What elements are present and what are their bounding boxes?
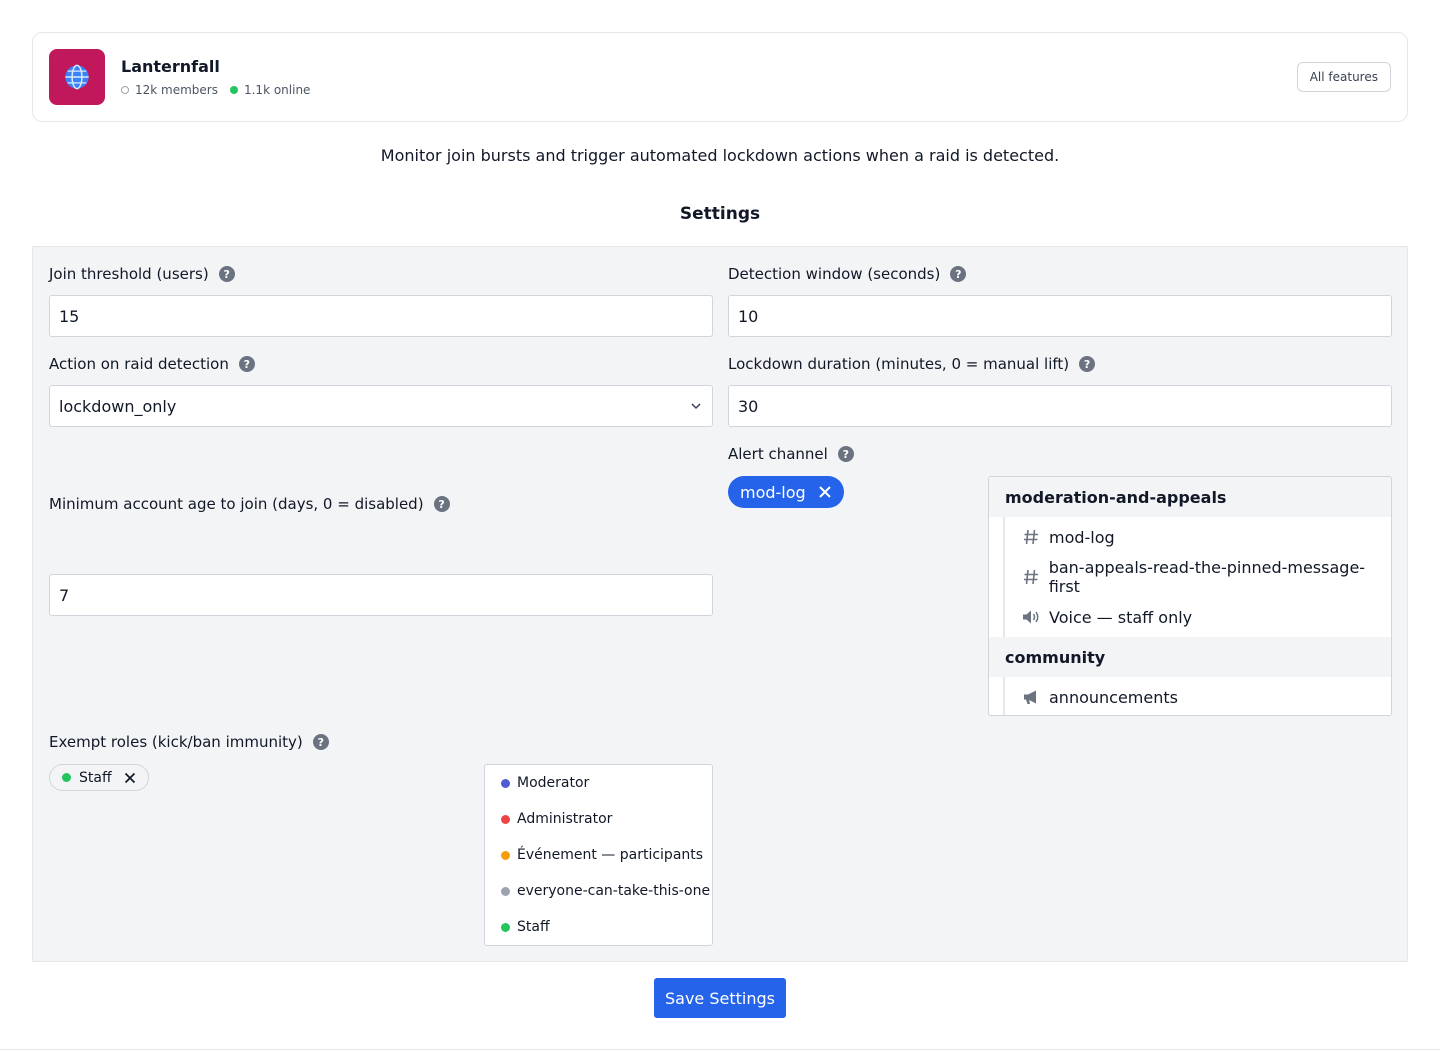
page: Lanternfall 12k members 1.1k online All …: [0, 0, 1440, 1051]
server-avatar: [49, 49, 105, 105]
speaker-icon: [1021, 608, 1041, 626]
role-color-dot: [501, 850, 510, 860]
megaphone-icon: [1021, 688, 1041, 706]
join-threshold-label: Join threshold (users) ?: [49, 265, 235, 283]
online-dot-icon: [229, 86, 238, 94]
role-color-dot: [62, 773, 71, 782]
channel-group-header: community: [989, 637, 1391, 677]
detection-window-label-text: Detection window (seconds): [728, 265, 941, 283]
all-features-button[interactable]: All features: [1296, 62, 1391, 92]
role-option-moderator[interactable]: Moderator: [485, 765, 712, 801]
exempt-roles-label: Exempt roles (kick/ban immunity) ?: [49, 733, 329, 751]
online-count: 1.1k online: [229, 83, 311, 97]
channel-option-ban-appeals[interactable]: ban-appeals-read-the-pinned-message-firs…: [989, 557, 1391, 597]
save-settings-button[interactable]: Save Settings: [654, 978, 786, 1018]
channel-option-announcements[interactable]: announcements: [989, 677, 1391, 715]
min-account-age-input[interactable]: 7: [49, 574, 713, 616]
min-account-age-label-text: Minimum account age to join (days, 0 = d…: [49, 495, 424, 513]
raid-action-label: Action on raid detection ?: [49, 355, 255, 373]
member-count-text: 12k members: [135, 83, 218, 97]
role-color-dot: [501, 814, 510, 824]
members-dot-icon: [121, 86, 129, 94]
channel-group-header: moderation-and-appeals: [989, 477, 1391, 517]
exempt-roles-label-text: Exempt roles (kick/ban immunity): [49, 733, 303, 751]
detection-window-label: Detection window (seconds) ?: [728, 265, 967, 283]
settings-panel: Join threshold (users) ? 15 Detection wi…: [32, 246, 1408, 962]
role-option-evenement[interactable]: Événement — participants: [485, 837, 712, 873]
help-icon[interactable]: ?: [238, 356, 255, 372]
raid-action-label-text: Action on raid detection: [49, 355, 229, 373]
server-card: Lanternfall 12k members 1.1k online All …: [32, 32, 1408, 122]
join-threshold-value: 15: [59, 306, 80, 326]
member-count: 12k members: [121, 83, 218, 97]
role-option-label: Moderator: [517, 775, 590, 791]
min-account-age-label: Minimum account age to join (days, 0 = d…: [49, 495, 450, 513]
hash-icon: [1021, 568, 1041, 586]
join-threshold-label-text: Join threshold (users): [49, 265, 209, 283]
role-color-dot: [501, 778, 510, 788]
feature-description: Monitor join bursts and trigger automate…: [380, 146, 1060, 165]
channel-option-label: announcements: [1049, 687, 1178, 707]
channel-dropdown[interactable]: moderation-and-appeals mod-log ban-appea…: [988, 476, 1392, 716]
role-option-label: Staff: [517, 919, 550, 935]
channel-option-label: Voice — staff only: [1049, 607, 1193, 627]
role-option-label: Administrator: [517, 811, 613, 827]
alert-channel-chip-text: mod-log: [740, 482, 806, 502]
chevron-down-icon: [691, 403, 701, 410]
role-option-everyone[interactable]: everyone-can-take-this-one: [485, 873, 712, 909]
channel-option-voice-staff[interactable]: Voice — staff only: [989, 597, 1391, 637]
raid-action-select[interactable]: lockdown_only: [49, 385, 713, 427]
lockdown-duration-input[interactable]: 30: [728, 385, 1392, 427]
channel-option-mod-log[interactable]: mod-log: [989, 517, 1391, 557]
server-name: Lanternfall: [121, 57, 220, 76]
help-icon[interactable]: ?: [312, 734, 329, 750]
channel-option-label: mod-log: [1049, 527, 1115, 547]
detection-window-input[interactable]: 10: [728, 295, 1392, 337]
close-icon[interactable]: [124, 772, 136, 784]
alert-channel-label: Alert channel ?: [728, 445, 854, 463]
help-icon[interactable]: ?: [1079, 356, 1096, 372]
settings-title: Settings: [679, 204, 761, 224]
exempt-role-chip-text: Staff: [79, 769, 112, 786]
hash-icon: [1021, 528, 1041, 546]
help-icon[interactable]: ?: [837, 446, 854, 462]
close-icon[interactable]: [818, 485, 832, 499]
help-icon[interactable]: ?: [218, 266, 235, 282]
lockdown-duration-value: 30: [738, 396, 759, 416]
globe-icon: [65, 64, 89, 90]
alert-channel-chip[interactable]: mod-log: [728, 476, 844, 508]
raid-action-value: lockdown_only: [59, 396, 177, 416]
role-color-dot: [501, 886, 510, 896]
role-option-staff[interactable]: Staff: [485, 909, 712, 945]
role-option-label: Événement — participants: [517, 847, 704, 863]
lockdown-duration-label: Lockdown duration (minutes, 0 = manual l…: [728, 355, 1096, 373]
join-threshold-input[interactable]: 15: [49, 295, 713, 337]
role-color-dot: [501, 922, 510, 932]
role-dropdown[interactable]: Moderator Administrator Événement — part…: [484, 764, 713, 946]
lockdown-duration-label-text: Lockdown duration (minutes, 0 = manual l…: [728, 355, 1070, 373]
server-stats: 12k members 1.1k online: [121, 83, 310, 97]
help-icon[interactable]: ?: [950, 266, 967, 282]
alert-channel-label-text: Alert channel: [728, 445, 828, 463]
detection-window-value: 10: [738, 306, 759, 326]
help-icon[interactable]: ?: [433, 496, 450, 512]
online-count-text: 1.1k online: [243, 83, 311, 97]
role-option-label: everyone-can-take-this-one: [517, 883, 711, 899]
footer-divider: [0, 1049, 1440, 1050]
min-account-age-value: 7: [59, 585, 70, 605]
exempt-role-chip[interactable]: Staff: [49, 764, 149, 791]
role-option-administrator[interactable]: Administrator: [485, 801, 712, 837]
channel-option-label: ban-appeals-read-the-pinned-message-firs…: [1048, 558, 1366, 596]
